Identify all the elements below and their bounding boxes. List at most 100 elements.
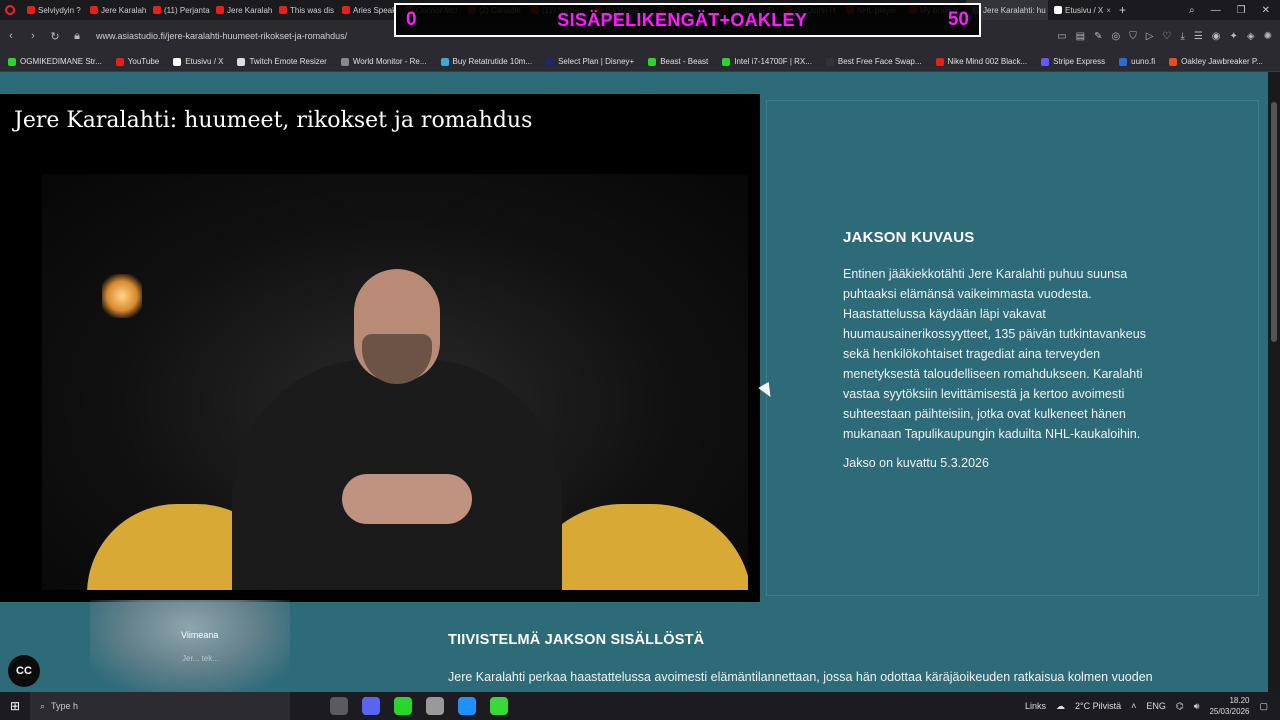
bookmark-label: Twitch Emote Resizer [249,57,327,66]
notification-icon[interactable]: ▢ [1259,701,1268,712]
bookmark-item[interactable]: Twitch Emote Resizer [237,57,327,66]
bookmark-favicon-icon [173,57,182,66]
bookmark-item[interactable]: uuno.fi [1119,57,1155,66]
bookmark-item[interactable]: YouTube [115,57,159,66]
tab[interactable]: Jere Karalah [210,0,273,20]
tab[interactable]: Aries Speak [336,0,399,20]
bookmark-label: Oakley Jawbreaker P... [1181,57,1263,66]
x-logo-icon [1054,6,1062,14]
close-window-icon[interactable]: ✕ [1262,5,1270,16]
shield-icon[interactable]: ⛉ [1129,31,1137,42]
forward-icon[interactable]: › [22,30,44,42]
bookmark-favicon-icon [546,57,555,66]
search-icon: ⌕ [40,700,46,711]
bookmark-favicon-icon [935,57,944,66]
url-field[interactable]: www.asiastudio.fi/jere-karalahti-huumeet… [96,31,347,41]
video-frame[interactable] [42,174,748,590]
summary-text: Jere Karalahti perkaa haastattelussa avo… [448,670,1153,684]
discord-icon[interactable] [362,697,380,715]
app-grey-icon[interactable] [426,697,444,715]
tab-label: Jere Karalah [101,5,147,15]
search-icon[interactable]: ⌕ [1189,5,1195,16]
bookmarks-bar: OGMIKEDIMANE Str... YouTube Etusivu / X Twi… [0,52,1280,72]
windows-start-icon[interactable]: ⊞ [0,699,30,713]
app-green-icon[interactable] [394,697,412,715]
opera-logo-icon[interactable] [5,5,15,15]
new-tab-button[interactable]: + [1111,3,1134,17]
bookmark-item[interactable]: Best Free Face Swap... [825,57,922,66]
tab[interactable]: (11) Perjanta [147,0,210,20]
bookmark-item[interactable]: Intel i7-14700F | RX... [722,57,812,66]
camera-icon[interactable]: ◎ [1111,31,1120,42]
tab-label: (11) Perjanta [164,5,210,15]
page-scrollbar[interactable] [1268,72,1280,692]
youtube-icon [27,6,35,14]
video-player[interactable]: Jere Karalahti: huumeet, rikokset ja rom… [0,94,760,602]
bookmark-item[interactable]: Oakley Jawbreaker P... [1169,57,1263,66]
tab-x[interactable]: Etusivu / X × [1048,0,1111,20]
scrollbar-thumb[interactable] [1271,102,1277,342]
play-icon[interactable]: ▷ [1146,31,1154,42]
tab-label: Selviydyin ? [38,5,81,15]
back-icon[interactable]: ‹ [0,30,22,42]
overlay-title: SISÄPELIKENGÄT+OAKLEY [557,9,808,30]
network-icon[interactable]: ⌬ [1176,701,1184,712]
episode-description-panel: JAKSON KUVAUS Entinen jääkiekkotähti Jer… [766,100,1259,596]
minimize-icon[interactable]: — [1211,5,1221,16]
bookmark-favicon-icon [1169,57,1178,66]
task-view-icon[interactable] [330,697,348,715]
edit-icon[interactable]: ✎ [1094,31,1102,42]
heart-icon[interactable]: ♡ [1162,31,1171,42]
bookmark-favicon-icon [825,57,834,66]
clock[interactable]: 18.20 25/03/2026 [1209,695,1249,717]
weather-text[interactable]: 2°C Pilvistä [1075,701,1121,711]
links-label[interactable]: Links [1025,701,1046,711]
taskbar-search-input[interactable]: Type h [51,701,78,711]
download-icon[interactable]: ⤓ [1180,31,1184,42]
bookmark-item[interactable]: World Monitor - Re... [340,57,427,66]
tab-search-icon[interactable]: ▭ [1057,31,1066,42]
bookmark-favicon-icon [722,57,731,66]
reader-icon[interactable]: ▤ [1076,31,1085,42]
restore-icon[interactable]: ❐ [1237,5,1246,16]
extension-icon[interactable]: ✦ [1230,31,1238,42]
youtube-icon [216,6,224,14]
language-indicator[interactable]: ENG [1146,701,1166,711]
bookmark-item[interactable]: Beast - Beast [648,57,708,66]
youtube-icon [342,6,350,14]
bookmark-item[interactable]: Nike Mind 002 Black... [935,57,1028,66]
cube-icon[interactable]: ◈ [1247,31,1255,42]
taskbar-search[interactable]: ⌕ Type h [30,692,290,720]
volume-icon[interactable]: 🔊︎ [1194,701,1200,712]
cc-label: CC [16,665,32,677]
summary-heading: TIIVISTELMÄ JAKSON SISÄLLÖSTÄ [448,632,705,648]
bookmark-label: Nike Mind 002 Black... [947,57,1028,66]
ai-icon[interactable]: ✺ [1264,31,1272,42]
bookmark-item[interactable]: Buy Retatrutide 10m... [440,57,532,66]
tab-label: Etusivu / X [1065,5,1104,15]
weather-icon[interactable]: ☁ [1056,701,1065,712]
bookmark-favicon-icon [340,57,349,66]
bookmark-label: Stripe Express [1053,57,1106,66]
bookmark-favicon-icon [440,57,449,66]
tab[interactable]: This was dis [273,0,336,20]
bookmark-item[interactable]: Etusivu / X [173,57,223,66]
tab-label: Jere Karalah [227,5,273,15]
tray-chevron-icon[interactable]: ˄ [1131,701,1136,711]
taskbar: ⊞ ⌕ Type h Links ☁ 2°C Pilvistä ˄ ENG ⌬ … [0,692,1280,720]
profile-icon[interactable]: ◉ [1212,31,1221,42]
page-header-strip [0,72,1280,94]
bookmark-item[interactable]: OGMIKEDIMANE Str... [8,57,102,66]
bookmark-item[interactable]: Stripe Express [1041,57,1105,66]
reload-icon[interactable]: ↻ [44,30,66,43]
menu-icon[interactable]: ☰ [1194,31,1203,42]
edge-icon[interactable] [458,697,476,715]
tab[interactable]: Selviydyin ? [21,0,84,20]
bookmark-label: Etusivu / X [185,57,224,66]
app-play-icon[interactable] [490,697,508,715]
tab[interactable]: Jere Karalah [84,0,147,20]
bookmark-item[interactable]: Select Plan | Disney+ [546,57,634,66]
youtube-icon [279,6,287,14]
video-title: Jere Karalahti: huumeet, rikokset ja rom… [14,108,533,133]
closed-captions-button[interactable]: CC [8,655,40,687]
